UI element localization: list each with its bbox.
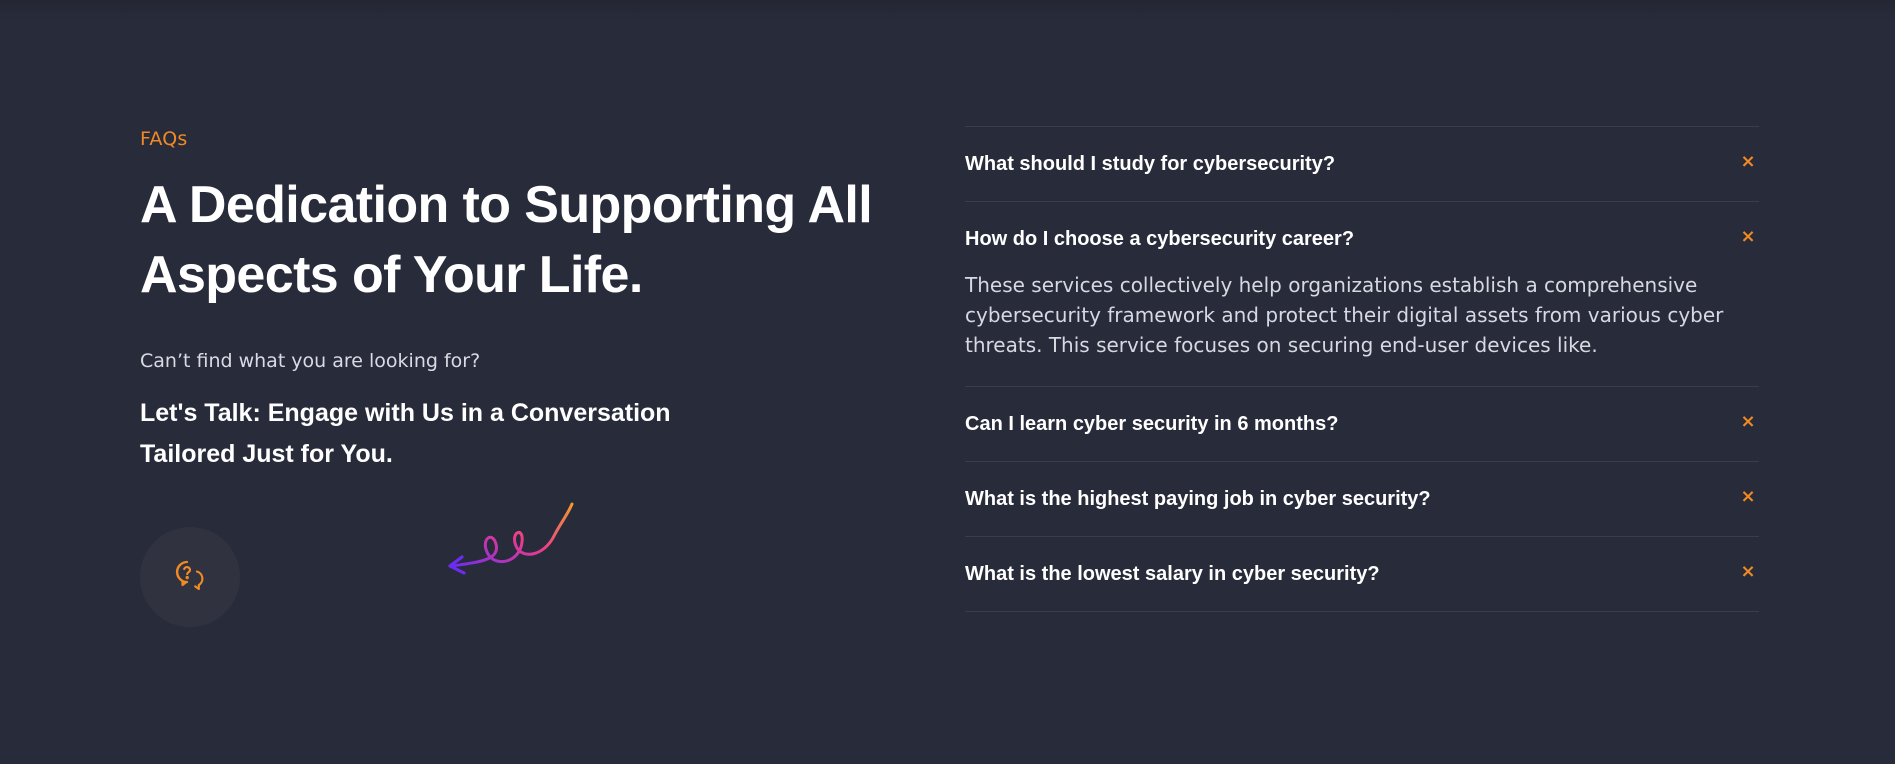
faq-item: What is the lowest salary in cyber secur…: [965, 536, 1759, 612]
faq-item: Can I learn cyber security in 6 months? …: [965, 386, 1759, 461]
section-eyebrow: FAQs: [140, 128, 188, 150]
faq-question-header[interactable]: What is the lowest salary in cyber secur…: [965, 537, 1759, 611]
faq-question: What is the highest paying job in cyber …: [965, 487, 1431, 510]
close-icon[interactable]: ×: [1737, 561, 1759, 582]
close-icon[interactable]: ×: [1737, 486, 1759, 507]
faq-question-header[interactable]: How do I choose a cybersecurity career? …: [965, 202, 1759, 276]
decorative-squiggle-arrow: [448, 502, 574, 575]
chat-question-icon: [173, 558, 207, 596]
close-icon[interactable]: ×: [1737, 411, 1759, 432]
faq-question: What should I study for cybersecurity?: [965, 152, 1336, 175]
faq-item-expanded: How do I choose a cybersecurity career? …: [965, 201, 1759, 386]
faq-accordion: What should I study for cybersecurity? ×…: [965, 126, 1759, 612]
help-chat-button[interactable]: [140, 527, 240, 627]
faq-question: What is the lowest salary in cyber secur…: [965, 562, 1380, 585]
faq-item: What should I study for cybersecurity? ×: [965, 126, 1759, 201]
section-subtext: Can’t find what you are looking for?: [140, 350, 481, 372]
section-cta-text: Let's Talk: Engage with Us in a Conversa…: [140, 399, 671, 468]
faq-question-header[interactable]: What is the highest paying job in cyber …: [965, 462, 1759, 536]
faq-answer: These services collectively help organiz…: [965, 273, 1724, 357]
faq-question: Can I learn cyber security in 6 months?: [965, 412, 1339, 435]
faq-item: What is the highest paying job in cyber …: [965, 461, 1759, 536]
section-headline: A Dedication to Supporting All Aspects o…: [140, 176, 873, 304]
faq-question-header[interactable]: What should I study for cybersecurity? ×: [965, 127, 1759, 201]
faq-question-header[interactable]: Can I learn cyber security in 6 months? …: [965, 387, 1759, 461]
faq-question: How do I choose a cybersecurity career?: [965, 227, 1355, 250]
close-icon[interactable]: ×: [1737, 226, 1759, 247]
close-icon[interactable]: ×: [1737, 151, 1759, 172]
top-band: [0, 0, 1895, 20]
